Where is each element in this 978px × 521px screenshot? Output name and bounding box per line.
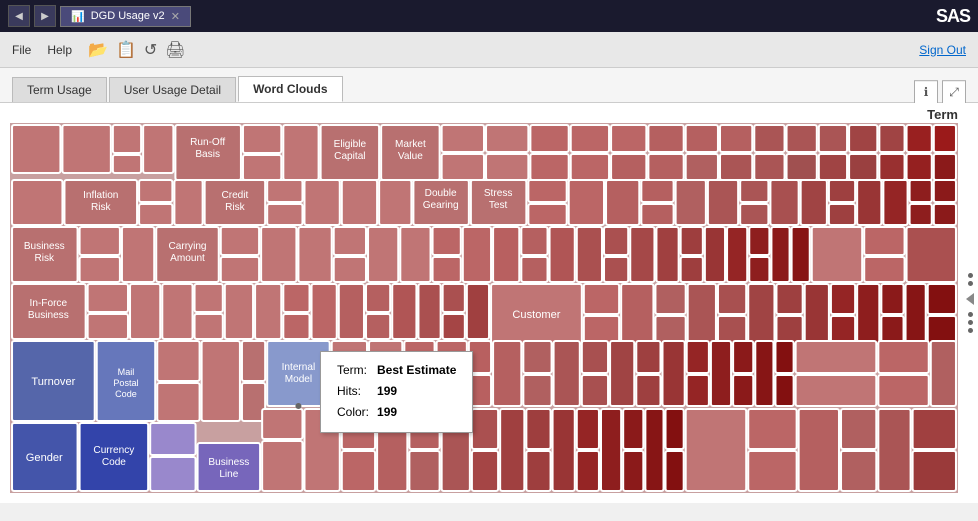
tooltip-hits-value: 199 [373, 381, 460, 402]
app-tab-icon: 📊 [71, 10, 85, 23]
svg-text:Stress: Stress [484, 188, 513, 199]
menu-bar-left: File Help 📂 📋 ↺ 🖨 [12, 40, 186, 60]
svg-text:Run-Off: Run-Off [190, 137, 225, 148]
svg-text:In-Force: In-Force [30, 298, 68, 309]
tooltip-color-label: Color: [333, 402, 373, 423]
svg-text:Code: Code [115, 389, 137, 399]
svg-text:Code: Code [102, 457, 127, 468]
sidebar-arrow[interactable] [966, 293, 974, 305]
svg-text:Business: Business [208, 457, 249, 468]
app-tab-close[interactable]: ✕ [171, 10, 180, 23]
title-bar-left: ◀ ▶ 📊 DGD Usage v2 ✕ [8, 5, 191, 27]
file-menu[interactable]: File [12, 43, 31, 57]
svg-text:Eligible: Eligible [334, 139, 367, 150]
svg-text:Risk: Risk [225, 202, 246, 213]
svg-text:Inflation: Inflation [83, 190, 118, 201]
svg-text:Business: Business [24, 241, 65, 252]
svg-text:Gearing: Gearing [423, 200, 459, 211]
tab-term-usage[interactable]: Term Usage [12, 77, 107, 102]
svg-text:Value: Value [398, 151, 423, 162]
nav-forward-button[interactable]: ▶ [34, 5, 56, 27]
sidebar-dots [966, 273, 974, 333]
svg-text:Line: Line [219, 469, 238, 480]
dot-5 [968, 328, 973, 333]
svg-text:Postal: Postal [113, 378, 138, 388]
svg-text:Model: Model [285, 374, 312, 385]
content-tabs: Term Usage User Usage Detail Word Clouds… [0, 68, 978, 103]
menu-bar: File Help 📂 📋 ↺ 🖨 Sign Out [0, 32, 978, 68]
svg-text:Customer: Customer [512, 309, 560, 321]
open-icon[interactable]: 📂 [88, 40, 108, 60]
dot-1 [968, 273, 973, 278]
help-menu[interactable]: Help [47, 43, 72, 57]
refresh-icon[interactable]: ↺ [144, 40, 157, 60]
tab-word-clouds[interactable]: Word Clouds [238, 76, 342, 102]
treemap-svg: Run-Off Basis Eligible Capital Market Va… [10, 123, 958, 493]
treemap-container: Run-Off Basis Eligible Capital Market Va… [10, 123, 958, 493]
dot-4 [968, 320, 973, 325]
svg-text:Gender: Gender [26, 452, 63, 464]
tooltip-hits-label: Hits: [333, 381, 373, 402]
svg-text:Market: Market [395, 139, 426, 150]
svg-text:Capital: Capital [334, 151, 365, 162]
app-tab-label: DGD Usage v2 [91, 10, 165, 22]
print-icon[interactable]: 🖨 [165, 40, 185, 60]
info-button[interactable]: ℹ [914, 80, 938, 104]
sign-out-link[interactable]: Sign Out [919, 43, 966, 57]
svg-text:Carrying: Carrying [168, 241, 206, 252]
svg-text:Amount: Amount [170, 253, 205, 264]
tooltip-color-value: 199 [373, 402, 460, 423]
title-bar: ◀ ▶ 📊 DGD Usage v2 ✕ SAS [0, 0, 978, 32]
expand-button[interactable]: ⤢ [942, 80, 966, 104]
svg-text:Credit: Credit [221, 190, 248, 201]
main-content: Term Run-Off Basis Eligible Capital [0, 103, 978, 503]
treemap-tooltip: Term: Best Estimate Hits: 199 Color: 199 [320, 351, 473, 433]
term-label: Term [927, 107, 958, 122]
dot-2 [968, 281, 973, 286]
copy-icon[interactable]: 📋 [116, 40, 136, 60]
tab-icons: ℹ ⤢ [914, 80, 966, 104]
svg-text:Risk: Risk [34, 253, 55, 264]
svg-text:Internal: Internal [282, 362, 316, 373]
nav-back-button[interactable]: ◀ [8, 5, 30, 27]
tooltip-term-value: Best Estimate [373, 360, 460, 381]
app-tab[interactable]: 📊 DGD Usage v2 ✕ [60, 6, 191, 27]
sas-logo: SAS [936, 6, 970, 27]
svg-text:Test: Test [489, 200, 508, 211]
tab-user-usage-detail[interactable]: User Usage Detail [109, 77, 236, 102]
svg-text:Turnover: Turnover [31, 376, 75, 388]
svg-text:Risk: Risk [91, 202, 112, 213]
svg-text:Currency: Currency [93, 445, 134, 456]
svg-text:Basis: Basis [195, 149, 220, 160]
svg-text:Double: Double [425, 188, 457, 199]
svg-text:Mail: Mail [118, 367, 135, 377]
svg-text:Business: Business [28, 310, 69, 321]
dot-3 [968, 312, 973, 317]
tooltip-term-label: Term: [333, 360, 373, 381]
menu-icons: 📂 📋 ↺ 🖨 [88, 40, 186, 60]
